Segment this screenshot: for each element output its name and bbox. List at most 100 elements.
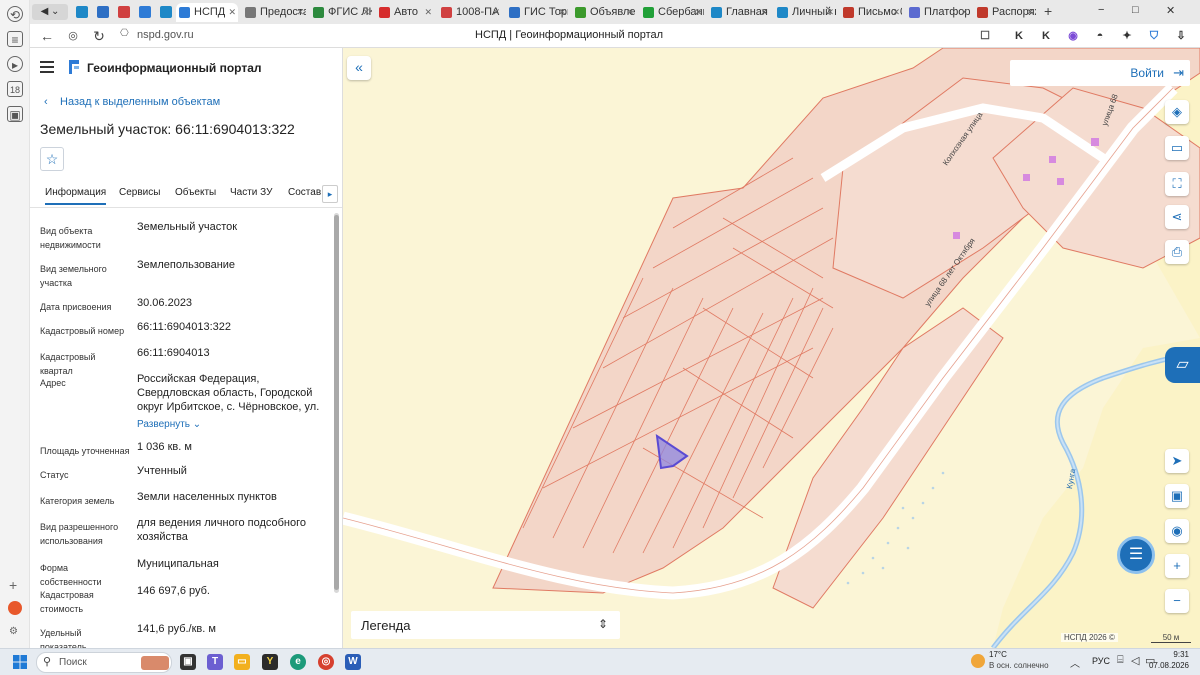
legend-panel[interactable]: Легенда ⇕ (351, 611, 620, 639)
extension-k2-icon[interactable]: K (1038, 28, 1054, 44)
close-window-button[interactable]: ✕ (1166, 4, 1175, 17)
pinned-tab-icon[interactable] (118, 6, 130, 18)
close-tab-icon[interactable]: ✕ (960, 3, 968, 22)
browser-tab[interactable]: Письмо 0 ✕ (840, 3, 902, 22)
extension-shield-icon[interactable]: ⛉ (1146, 28, 1162, 44)
pinned-tab-icon[interactable] (76, 6, 88, 18)
add-icon[interactable]: + (9, 577, 17, 593)
apps-icon[interactable]: ▣ (7, 106, 23, 122)
weather-temp[interactable]: 17°C (989, 650, 1007, 659)
browser-tab[interactable]: Личный к ✕ (774, 3, 836, 22)
windows-start-icon[interactable] (13, 655, 27, 669)
object-tab[interactable]: Объекты (175, 187, 216, 198)
browser-tab[interactable]: Сбербанк ✕ (640, 3, 704, 22)
maximize-button[interactable]: □ (1132, 4, 1139, 16)
browser-tab[interactable]: Предоста ✕ (242, 3, 306, 22)
map-view[interactable]: Колхозная улица улица 68 улица 68 лет Ок… (343, 48, 1200, 648)
object-tab[interactable]: Части ЗУ (230, 187, 272, 198)
reload-icon[interactable]: ↻ (90, 27, 108, 45)
browser-tab[interactable]: ФГИС ЛК ✕ (310, 3, 372, 22)
location-pin-icon[interactable]: ◉ (1165, 519, 1189, 543)
browser-tab[interactable]: 1008-ПА с ✕ (438, 3, 502, 22)
pinned-tab-icon[interactable] (160, 6, 172, 18)
zoom-out-button[interactable]: − (1165, 589, 1189, 613)
expand-link-text[interactable]: Развернуть (137, 419, 190, 430)
minimize-button[interactable]: − (1098, 4, 1104, 16)
object-tab[interactable]: Информация (45, 187, 107, 205)
assistant-tab-icon[interactable]: ▱ (1165, 347, 1200, 383)
chevron-left-icon[interactable]: ‹ (44, 96, 48, 108)
chat-icon[interactable]: ☰ (1117, 536, 1155, 574)
tray-chevron-icon[interactable]: ︿ (1070, 655, 1080, 670)
close-tab-icon[interactable]: ✕ (892, 3, 900, 22)
menu-icon[interactable] (40, 61, 54, 73)
close-tab-icon[interactable]: ✕ (694, 3, 702, 22)
weather-desc[interactable]: В осн. солнечно (989, 661, 1049, 670)
panel-scrollbar[interactable] (334, 213, 339, 593)
browser-tab[interactable]: ГИС Торг ✕ (506, 3, 568, 22)
pinned-tab-icon[interactable] (139, 6, 151, 18)
extension-k-icon[interactable]: K (1011, 28, 1027, 44)
pinned-tab-icon[interactable] (97, 6, 109, 18)
edge-icon[interactable]: e (290, 654, 306, 670)
collapse-panel-button[interactable]: « (347, 56, 371, 80)
expand-address-link[interactable]: Развернуть ⌄ (137, 419, 201, 430)
settings-icon[interactable]: ⚙ (9, 626, 18, 637)
file-explorer-icon[interactable]: ▭ (234, 654, 250, 670)
extension-glasses-icon[interactable]: ◓ (1092, 28, 1108, 44)
task-view-icon[interactable]: ▣ (180, 654, 196, 670)
close-tab-icon[interactable]: ✕ (362, 3, 370, 22)
network-icon[interactable]: ⌸ (1117, 654, 1124, 667)
word-icon[interactable]: W (345, 654, 361, 670)
close-tab-icon[interactable]: ✕ (228, 3, 236, 22)
extension-circle-icon[interactable]: ◉ (1065, 28, 1081, 44)
close-tab-icon[interactable]: ✕ (492, 3, 500, 22)
layers-icon[interactable]: ◈ (1165, 100, 1189, 124)
expand-collapse-icon[interactable]: ⇕ (598, 617, 608, 631)
site-info-icon[interactable]: ⎔ (120, 28, 132, 44)
scrollbar-thumb[interactable] (334, 215, 339, 590)
browser-tab[interactable]: Объявлен ✕ (572, 3, 636, 22)
url-text[interactable]: nspd.gov.ru (137, 29, 194, 41)
tab-actions-icon[interactable]: ◀ ⌄ (32, 4, 68, 20)
profile-icon[interactable] (8, 601, 22, 615)
map-canvas[interactable] (343, 48, 1200, 648)
close-tab-icon[interactable]: ✕ (1026, 3, 1034, 22)
favorite-star-button[interactable]: ☆ (40, 147, 64, 171)
browser-tab[interactable]: Платфор ✕ (906, 3, 970, 22)
browser-tab[interactable]: НСПД ✕ (176, 3, 238, 22)
teams-icon[interactable]: T (207, 654, 223, 670)
input-language[interactable]: РУС (1092, 656, 1110, 666)
history-icon[interactable]: ⟲ (7, 6, 23, 22)
new-tab-button[interactable]: + (1044, 3, 1052, 19)
geolocation-icon[interactable]: ➤ (1165, 449, 1189, 473)
close-tab-icon[interactable]: ✕ (826, 3, 834, 22)
close-tab-icon[interactable]: ✕ (558, 3, 566, 22)
print-icon[interactable]: ⎙ (1165, 240, 1189, 264)
media-icon[interactable]: ▸ (7, 56, 23, 72)
minimap-icon[interactable]: ▣ (1165, 484, 1189, 508)
shield-icon[interactable]: ◎ (64, 27, 82, 45)
clock-time[interactable]: 9:31 (1153, 650, 1189, 659)
ruler-icon[interactable]: ▭ (1165, 136, 1189, 160)
login-link[interactable]: Войти (1130, 66, 1164, 80)
taskbar-search[interactable]: ⚲ Поиск (36, 652, 172, 673)
back-to-selection-link[interactable]: Назад к выделенным объектам (60, 96, 220, 108)
app-circle-icon[interactable]: ◎ (318, 654, 334, 670)
close-tab-icon[interactable]: ✕ (424, 3, 432, 22)
object-tab[interactable]: Сервисы (119, 187, 160, 198)
browser-tab[interactable]: Распоряж ✕ (974, 3, 1036, 22)
object-tab[interactable]: Состав (288, 187, 321, 198)
tabs-scroll-right-button[interactable]: ▸ (322, 185, 338, 203)
close-tab-icon[interactable]: ✕ (296, 3, 304, 22)
weather-icon[interactable] (971, 654, 985, 668)
calendar-icon[interactable]: 18 (7, 81, 23, 97)
back-icon[interactable]: ← (38, 27, 56, 45)
download-icon[interactable]: ⇩ (1173, 28, 1189, 44)
login-icon[interactable]: ⇥ (1173, 65, 1184, 81)
volume-icon[interactable]: ◁ (1131, 654, 1139, 667)
browser-tab[interactable]: Главная с ✕ (708, 3, 770, 22)
extension-puzzle-icon[interactable]: ✦ (1119, 28, 1135, 44)
bookmark-icon[interactable]: ☐ (977, 28, 993, 44)
share-icon[interactable]: ⋖ (1165, 205, 1189, 229)
